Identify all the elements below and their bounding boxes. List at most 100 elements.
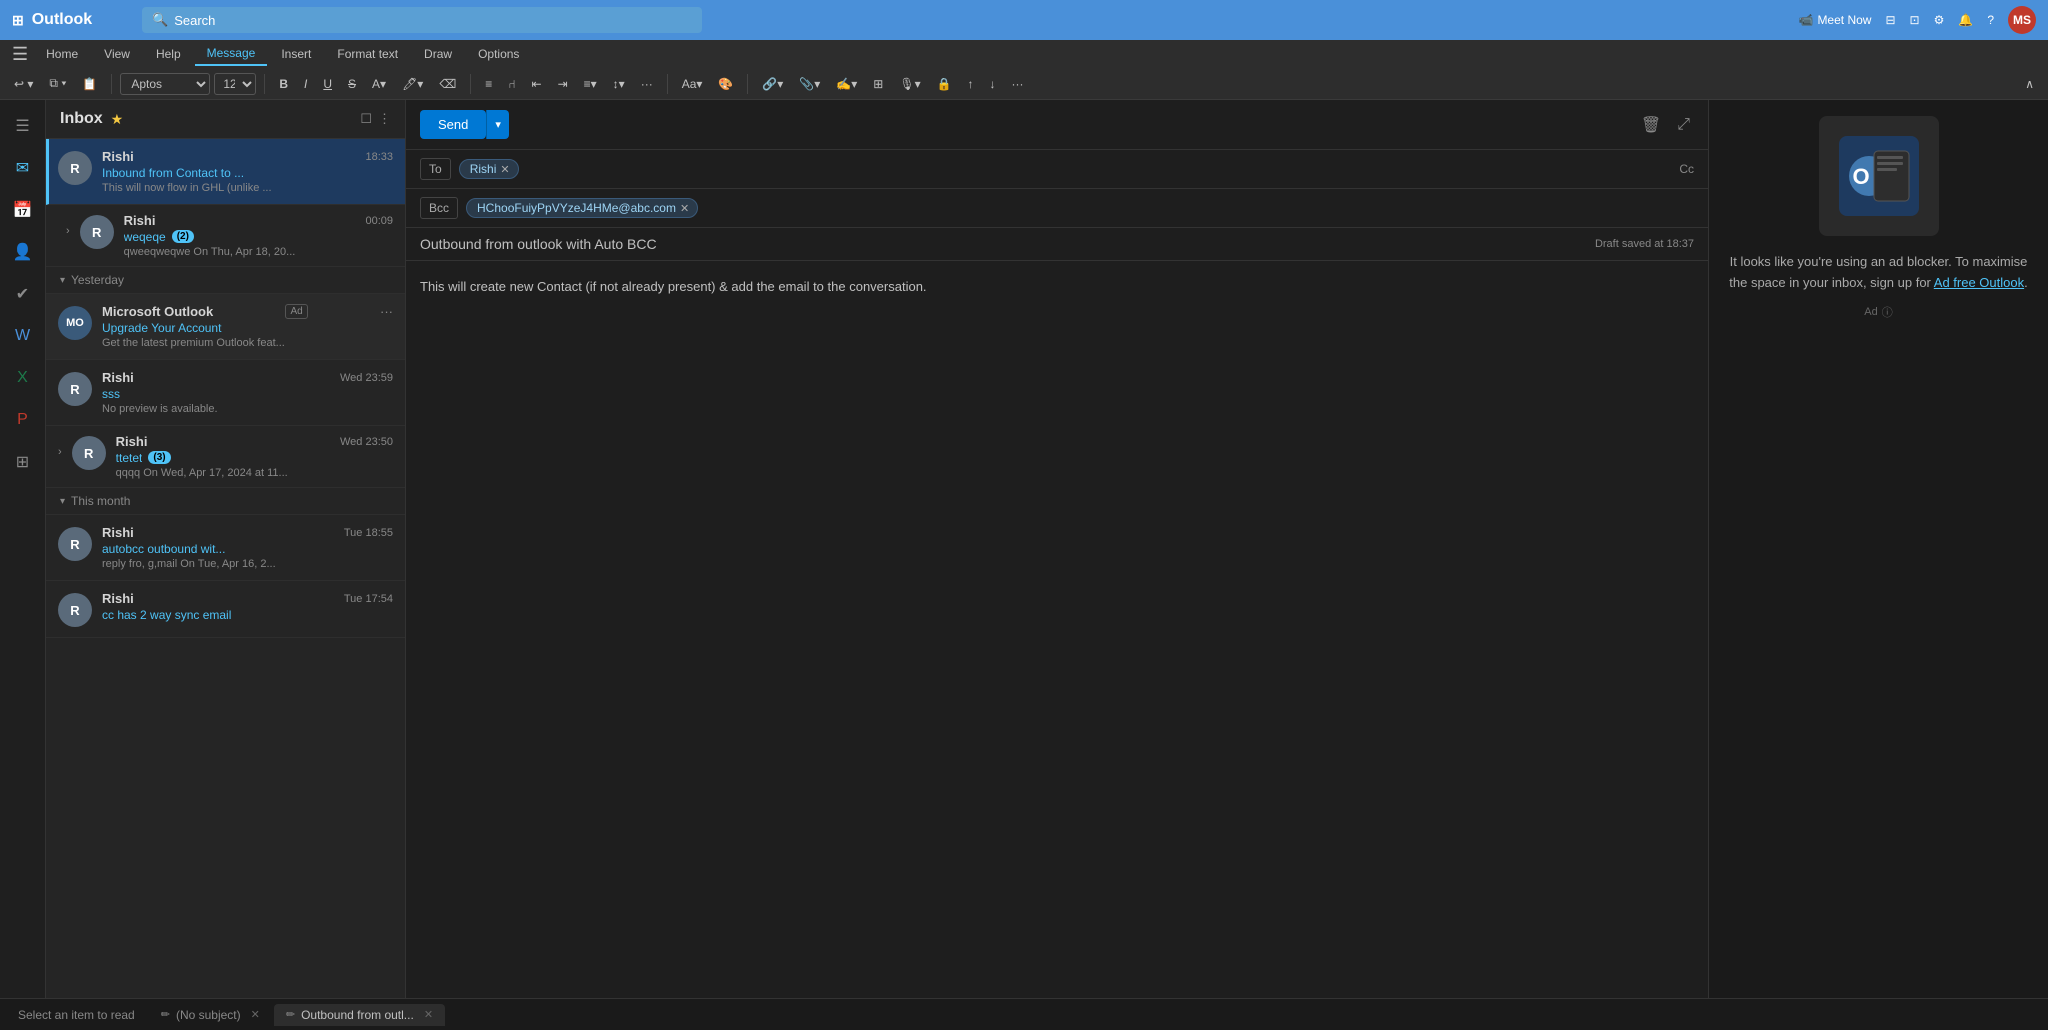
minimize-btn[interactable]: ⊟	[1885, 13, 1895, 27]
ad-label: Ad	[1864, 306, 1877, 318]
maximize-btn[interactable]: ⊡	[1910, 13, 1920, 27]
email-item-ad[interactable]: MO Microsoft Outlook Ad ··· Upgrade Your…	[46, 294, 405, 360]
thread-expand-icon[interactable]: ›	[58, 446, 62, 458]
increase-indent-btn[interactable]: ⇥	[552, 75, 574, 93]
inbox-star-icon[interactable]: ★	[111, 111, 124, 128]
italic-btn[interactable]: I	[298, 75, 313, 93]
status-tab-no-subject[interactable]: ✏ (No subject) ✕	[149, 1004, 272, 1026]
popout-button[interactable]: ⤢	[1673, 111, 1694, 139]
ad-info-icon[interactable]: ⓘ	[1882, 304, 1893, 320]
recipient-tag-bcc: HChooFuiyPpVYzeJ4HMe@abc.com ✕	[466, 198, 698, 218]
nav-calendar[interactable]: 📅	[5, 192, 41, 228]
font-size-selector[interactable]: 12	[214, 73, 256, 95]
ad-more-btn[interactable]: ···	[380, 304, 393, 319]
nav-tasks[interactable]: ✔	[5, 276, 41, 312]
more-formatting-btn[interactable]: ···	[635, 75, 659, 93]
styles-btn[interactable]: Aa▾	[676, 75, 709, 93]
meet-now-btn[interactable]: 📹 Meet Now	[1798, 13, 1871, 27]
nav-mail[interactable]: ✉	[5, 150, 41, 186]
sort-icon[interactable]: ⋮	[378, 111, 391, 127]
help-icon[interactable]: ?	[1987, 13, 1994, 27]
tab-draw[interactable]: Draw	[412, 43, 464, 65]
send-button[interactable]: Send	[420, 110, 486, 139]
tab-help[interactable]: Help	[144, 43, 193, 65]
link-btn[interactable]: 🔗▾	[756, 75, 789, 93]
discard-button[interactable]: 🗑	[1637, 111, 1665, 139]
attach-btn[interactable]: 📎▾	[793, 75, 826, 93]
nav-word[interactable]: W	[5, 318, 41, 354]
send-dropdown-button[interactable]: ▾	[486, 110, 509, 139]
close-tab-btn[interactable]: ✕	[251, 1008, 260, 1021]
dictate-btn[interactable]: 🎙▾	[893, 75, 926, 93]
status-tab-outbound[interactable]: ✏ Outbound from outl... ✕	[274, 1004, 445, 1026]
font-color-btn[interactable]: A▾	[366, 75, 392, 93]
down-arrow-btn[interactable]: ↓	[984, 75, 1002, 93]
bullets-btn[interactable]: ≡	[479, 75, 498, 93]
search-label: Search	[174, 13, 215, 28]
email-item[interactable]: › R Rishi 00:09 weqeqe (2) qweeqweqwe On…	[46, 205, 405, 267]
highlight-btn[interactable]: 🖊▾	[396, 75, 429, 93]
compose-panel: Send ▾ 🗑 ⤢ To Rishi ✕ Cc Bcc	[406, 100, 1708, 998]
tab-message[interactable]: Message	[195, 42, 268, 66]
compose-body[interactable]: This will create new Contact (if not alr…	[406, 261, 1708, 998]
underline-btn[interactable]: U	[317, 75, 338, 93]
tab-options[interactable]: Options	[466, 43, 531, 65]
align-btn[interactable]: ≡▾	[578, 75, 603, 93]
ad-free-link[interactable]: Ad free Outlook	[1934, 275, 2024, 290]
signature-btn[interactable]: ✍▾	[830, 75, 863, 93]
email-item[interactable]: › R Rishi Wed 23:50 ttetet (3) qqqq On W…	[46, 426, 405, 488]
font-selector[interactable]: Aptos	[120, 73, 210, 95]
email-item[interactable]: R Rishi Tue 18:55 autobcc outbound wit..…	[46, 515, 405, 581]
clear-format-btn[interactable]: ⌫	[433, 75, 462, 93]
line-spacing-btn[interactable]: ↕▾	[607, 75, 631, 93]
tab-insert[interactable]: Insert	[269, 43, 323, 65]
notifications-icon[interactable]: 🔔	[1958, 13, 1973, 27]
thread-expand-icon[interactable]: ›	[66, 225, 70, 237]
remove-recipient-btn[interactable]: ✕	[500, 163, 509, 176]
nav-menu[interactable]: ☰	[5, 108, 41, 144]
remove-bcc-btn[interactable]: ✕	[680, 202, 689, 215]
nav-apps[interactable]: ⊞	[5, 444, 41, 480]
copy-btn[interactable]: ⧉ ▾	[43, 74, 72, 93]
strikethrough-btn[interactable]: S	[342, 75, 362, 93]
status-tab-read[interactable]: Select an item to read	[6, 1004, 147, 1026]
settings-icon[interactable]: ⚙	[1934, 13, 1945, 27]
theme-btn[interactable]: 🎨	[712, 75, 739, 93]
close-tab-btn[interactable]: ✕	[424, 1008, 433, 1021]
more-ribbon-btn[interactable]: ···	[1006, 75, 1030, 93]
hamburger-button[interactable]: ☰	[8, 40, 32, 69]
collapse-ribbon-btn[interactable]: ∧	[2019, 75, 2040, 93]
tab-view[interactable]: View	[92, 43, 142, 65]
section-label: This month	[71, 494, 130, 508]
up-arrow-btn[interactable]: ↑	[962, 75, 980, 93]
email-item[interactable]: R Rishi Wed 23:59 sss No preview is avai…	[46, 360, 405, 426]
avatar[interactable]: MS	[2008, 6, 2036, 34]
nav-excel[interactable]: X	[5, 360, 41, 396]
section-divider-yesterday[interactable]: ▾ Yesterday	[46, 267, 405, 294]
recipient-tag-rishi: Rishi ✕	[459, 159, 519, 179]
decrease-indent-btn[interactable]: ⇤	[526, 75, 548, 93]
email-item[interactable]: R Rishi 18:33 Inbound from Contact to ..…	[46, 139, 405, 205]
email-item[interactable]: R Rishi Tue 17:54 cc has 2 way sync emai…	[46, 581, 405, 638]
to-label[interactable]: To	[420, 158, 451, 180]
search-box[interactable]: 🔍 Search	[142, 7, 702, 33]
section-divider-this-month[interactable]: ▾ This month	[46, 488, 405, 515]
table-btn[interactable]: ⊞	[867, 75, 889, 93]
tab-format-text[interactable]: Format text	[325, 43, 410, 65]
filter-icon[interactable]: ☐	[360, 111, 372, 127]
nav-contacts[interactable]: 👤	[5, 234, 41, 270]
bold-btn[interactable]: B	[273, 75, 294, 93]
bcc-label[interactable]: Bcc	[420, 197, 458, 219]
to-field: To Rishi ✕ Cc	[406, 150, 1708, 189]
paste-btn[interactable]: 📋	[76, 75, 103, 93]
cc-toggle-btn[interactable]: Cc	[1679, 162, 1694, 176]
email-subject: ttetet	[116, 451, 143, 465]
email-preview: reply fro, g,mail On Tue, Apr 16, 2...	[102, 558, 393, 570]
status-tab-label: Outbound from outl...	[301, 1008, 414, 1022]
undo-btn[interactable]: ↩ ▾	[8, 75, 39, 93]
tab-home[interactable]: Home	[34, 43, 90, 65]
nav-powerpoint[interactable]: P	[5, 402, 41, 438]
email-subject: cc has 2 way sync email	[102, 608, 393, 622]
sensitivity-btn[interactable]: 🔒	[931, 75, 958, 93]
numbering-btn[interactable]: ⑁	[502, 75, 521, 93]
